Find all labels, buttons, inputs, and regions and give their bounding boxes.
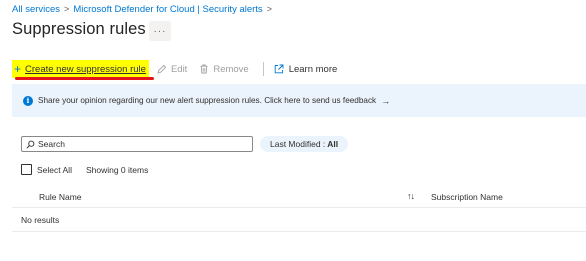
pencil-icon: [157, 64, 167, 74]
create-suppression-rule-button[interactable]: + Create new suppression rule: [12, 60, 154, 80]
external-link-icon: [274, 64, 284, 74]
breadcrumb: All services > Microsoft Defender for Cl…: [12, 3, 276, 15]
search-placeholder: Search: [38, 139, 65, 149]
chevron-right-icon: >: [266, 4, 272, 14]
select-all-row: Select All Showing 0 items: [21, 163, 148, 176]
column-header-subscription-name[interactable]: Subscription Name: [431, 192, 503, 202]
search-icon: [26, 140, 35, 149]
empty-state-text: No results: [21, 215, 60, 225]
edit-label: Edit: [170, 63, 188, 75]
filter-pill-value: All: [327, 139, 339, 149]
feedback-banner[interactable]: i Share your opinion regarding our new a…: [12, 84, 586, 117]
more-options-button[interactable]: ···: [149, 21, 171, 41]
breadcrumb-link-all-services[interactable]: All services: [12, 4, 60, 15]
grid-header: Rule Name ↑↓ Subscription Name: [12, 186, 586, 208]
column-header-rule-name[interactable]: Rule Name: [39, 192, 82, 202]
info-icon: i: [23, 95, 33, 106]
last-modified-filter-pill[interactable]: Last Modified : All: [260, 136, 349, 152]
command-bar: + Create new suppression rule Edit Remov…: [12, 60, 338, 80]
learn-more-label: Learn more: [288, 63, 338, 75]
select-all-checkbox[interactable]: [21, 164, 32, 175]
chevron-right-icon: >: [64, 4, 70, 14]
page-title: Suppression rules: [12, 20, 146, 38]
remove-button[interactable]: Remove: [199, 60, 249, 78]
sort-icon[interactable]: ↑↓: [407, 191, 415, 201]
search-input[interactable]: Search: [21, 136, 253, 152]
edit-button[interactable]: Edit: [157, 60, 187, 78]
toolbar-divider: [262, 62, 264, 76]
create-suppression-rule-label: Create new suppression rule: [25, 63, 146, 75]
arrow-right-icon: →: [381, 95, 391, 106]
red-underline-annotation: [15, 77, 154, 80]
feedback-banner-text: Share your opinion regarding our new ale…: [38, 96, 377, 105]
grid-bottom-divider: [12, 231, 586, 232]
breadcrumb-link-security-alerts[interactable]: Microsoft Defender for Cloud | Security …: [73, 4, 262, 15]
plus-icon: +: [14, 62, 22, 76]
trash-icon: [200, 64, 208, 74]
filter-pill-label: Last Modified :: [270, 139, 326, 149]
learn-more-button[interactable]: Learn more: [274, 60, 338, 78]
remove-label: Remove: [213, 63, 249, 75]
select-all-label: Select All: [37, 164, 72, 175]
item-count-text: Showing 0 items: [85, 164, 149, 175]
